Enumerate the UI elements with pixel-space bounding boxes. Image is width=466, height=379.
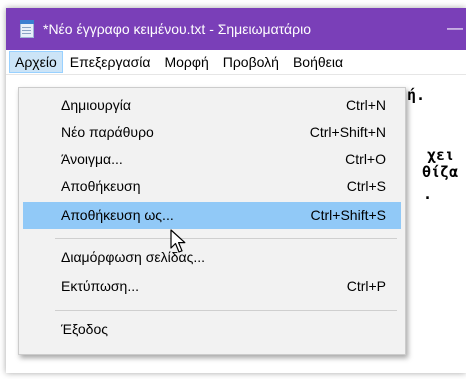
menu-item-label: Άνοιγμα... <box>61 151 123 167</box>
menu-item-label: Εκτύπωση... <box>61 278 140 294</box>
menu-separator <box>55 238 397 239</box>
menu-item-save-as[interactable]: Αποθήκευση ως... Ctrl+Shift+S <box>23 202 401 229</box>
editor-text-fragment: ή. <box>407 86 426 104</box>
editor-text-fragment: . <box>423 185 433 203</box>
menu-item-shortcut: Ctrl+O <box>345 151 386 167</box>
menu-item-label: Έξοδος <box>61 321 108 337</box>
menu-help[interactable]: Βοήθεια <box>286 51 350 73</box>
file-menu-dropdown: Δημιουργία Ctrl+N Νέο παράθυρο Ctrl+Shif… <box>18 87 406 355</box>
menu-file[interactable]: Αρχείο <box>9 51 63 73</box>
menu-item-exit[interactable]: Έξοδος <box>23 316 401 343</box>
menu-view[interactable]: Προβολή <box>216 51 286 73</box>
menu-item-label: Νέο παράθυρο <box>61 124 154 140</box>
menu-separator <box>55 310 397 311</box>
notepad-app-icon <box>18 19 36 39</box>
menu-item-label: Αποθήκευση ως... <box>61 207 174 223</box>
menu-item-shortcut: Ctrl+Shift+N <box>309 124 386 140</box>
menu-item-label: Δημιουργία <box>61 97 131 113</box>
menu-item-open[interactable]: Άνοιγμα... Ctrl+O <box>23 146 401 173</box>
menu-item-shortcut: Ctrl+P <box>346 278 386 294</box>
title-bar[interactable]: *Νέο έγγραφο κειμένου.txt - Σημειωματάρι… <box>6 8 466 50</box>
menu-item-page-setup[interactable]: Διαμόρφωση σελίδας... <box>23 244 401 271</box>
menu-item-shortcut: Ctrl+N <box>345 97 386 113</box>
window-title: *Νέο έγγραφο κειμένου.txt - Σημειωματάρι… <box>43 21 311 37</box>
mouse-cursor-icon <box>170 229 186 253</box>
editor-text-fragment: θίζα <box>422 163 459 181</box>
menu-bar: Αρχείο Επεξεργασία Μορφή Προβολή Βοήθεια <box>6 50 466 75</box>
menu-item-new[interactable]: Δημιουργία Ctrl+N <box>23 92 401 119</box>
menu-item-print[interactable]: Εκτύπωση... Ctrl+P <box>23 273 401 300</box>
menu-item-new-window[interactable]: Νέο παράθυρο Ctrl+Shift+N <box>23 119 401 146</box>
menu-format[interactable]: Μορφή <box>157 51 215 73</box>
menu-item-label: Αποθήκευση <box>61 178 141 194</box>
menu-edit[interactable]: Επεξεργασία <box>63 51 158 73</box>
menu-item-shortcut: Ctrl+S <box>346 178 386 194</box>
menu-item-shortcut: Ctrl+Shift+S <box>310 207 386 223</box>
editor-text-fragment: χει <box>427 146 455 164</box>
menu-item-save[interactable]: Αποθήκευση Ctrl+S <box>23 173 401 200</box>
minimize-icon[interactable]: — <box>444 8 466 50</box>
